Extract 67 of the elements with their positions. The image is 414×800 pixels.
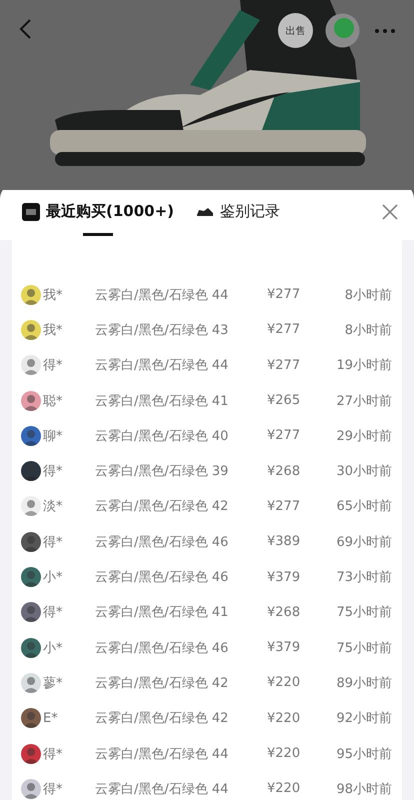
size-spec: 云雾白/黑色/石绿色 46 <box>95 534 230 551</box>
purchase-time: 8小时前 <box>344 286 392 304</box>
app-logo-icon <box>22 202 40 220</box>
purchase-time: 95小时前 <box>335 746 392 762</box>
size-spec: 云雾白/黑色/石绿色 42 <box>95 710 230 728</box>
price: ¥220 <box>267 710 302 726</box>
purchase-time: 89小时前 <box>335 674 392 692</box>
price: ¥220 <box>267 675 302 690</box>
price: ¥220 <box>267 781 302 796</box>
price: ¥220 <box>267 746 302 761</box>
purchase-time: 69小时前 <box>335 534 392 551</box>
buyer-name: 我* <box>43 286 64 304</box>
purchase-time: 75小时前 <box>335 604 392 622</box>
price: ¥389 <box>267 534 302 550</box>
size-spec: 云雾白/黑色/石绿色 44 <box>95 357 230 374</box>
size-spec: 云雾白/黑色/石绿色 46 <box>95 569 230 586</box>
size-spec: 云雾白/黑色/石绿色 44 <box>95 746 230 762</box>
price: ¥277 <box>267 498 302 514</box>
buyer-name: 聪* <box>43 392 64 410</box>
buyer-name: 小* <box>43 569 64 586</box>
price: ¥268 <box>267 604 302 620</box>
purchase-time: 92小时前 <box>335 710 392 728</box>
buyer-name: 蓼* <box>43 674 64 692</box>
buyer-name: 小* <box>43 640 64 657</box>
more-icon[interactable] <box>374 28 396 34</box>
price: ¥277 <box>267 358 302 373</box>
purchase-time: 27小时前 <box>335 392 392 410</box>
buyer-name: 得* <box>43 780 64 798</box>
purchase-time: 75小时前 <box>335 640 392 657</box>
size-spec: 云雾白/黑色/石绿色 46 <box>95 640 230 657</box>
size-spec: 云雾白/黑色/石绿色 39 <box>95 463 230 480</box>
price: ¥277 <box>267 322 302 338</box>
purchase-time: 29小时前 <box>335 428 392 445</box>
buyer-name: 得* <box>43 746 64 762</box>
price: ¥277 <box>267 287 302 302</box>
size-spec: 云雾白/黑色/石绿色 42 <box>95 674 230 692</box>
price: ¥379 <box>267 570 302 585</box>
buyer-name: 聊* <box>43 428 64 445</box>
purchase-time: 30小时前 <box>335 463 392 480</box>
size-spec: 云雾白/黑色/石绿色 43 <box>95 322 230 339</box>
purchase-time: 73小时前 <box>335 569 392 586</box>
buyer-name: 我* <box>43 322 64 339</box>
size-spec: 云雾白/黑色/石绿色 44 <box>95 286 230 304</box>
buyer-name: 得* <box>43 357 64 374</box>
buyer-name: 得* <box>43 534 64 551</box>
profile-icon[interactable] <box>325 13 360 48</box>
close-icon[interactable] <box>382 204 398 220</box>
size-spec: 云雾白/黑色/石绿色 41 <box>95 604 230 622</box>
buyer-name: 淡* <box>43 498 64 516</box>
purchase-time: 8小时前 <box>344 322 392 339</box>
price: ¥268 <box>267 464 302 479</box>
purchase-time: 19小时前 <box>335 357 392 374</box>
tab[interactable]: 鉴别记录 <box>196 183 280 240</box>
buyer-name: E* <box>43 710 59 726</box>
price: ¥277 <box>267 428 302 444</box>
size-spec: 云雾白/黑色/石绿色 42 <box>95 498 230 516</box>
tab[interactable]: 最近购买(1000+) <box>22 183 174 240</box>
shoe-icon <box>196 206 214 216</box>
price: ¥379 <box>267 640 302 656</box>
buyer-name: 得* <box>43 463 64 480</box>
purchase-time: 65小时前 <box>335 498 392 516</box>
size-spec: 云雾白/黑色/石绿色 41 <box>95 392 230 410</box>
purchase-time: 98小时前 <box>335 780 392 798</box>
size-spec: 云雾白/黑色/石绿色 40 <box>95 428 230 445</box>
price: ¥265 <box>267 393 302 408</box>
size-spec: 云雾白/黑色/石绿色 44 <box>95 780 230 798</box>
buyer-name: 得* <box>43 604 64 622</box>
